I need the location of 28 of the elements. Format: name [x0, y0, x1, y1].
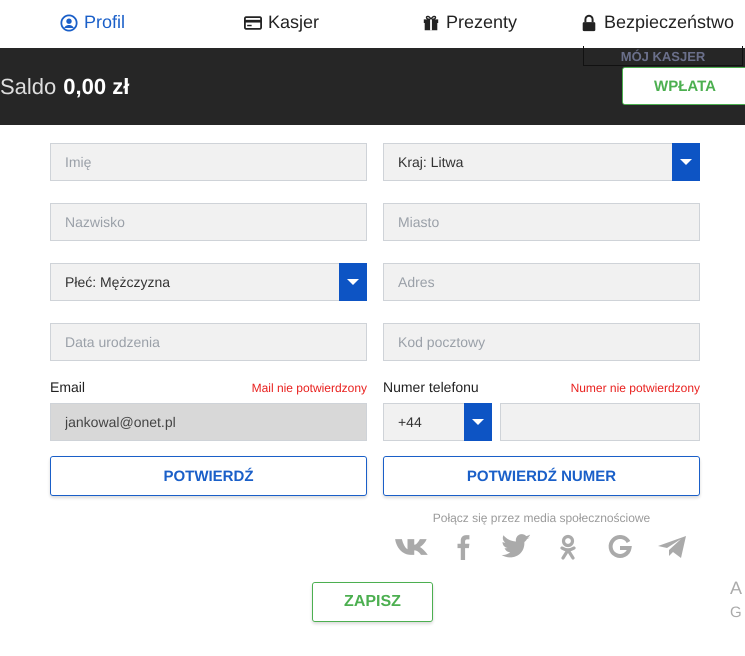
- field-label: Numer telefonu: [383, 379, 479, 395]
- input-field[interactable]: Data urodzenia: [50, 323, 367, 361]
- balance-label: Saldo: [0, 74, 56, 100]
- tab[interactable]: Kasjer: [244, 12, 320, 33]
- input-field[interactable]: Miasto: [383, 203, 700, 241]
- confirm-number-button[interactable]: POTWIERDŹ NUMER: [383, 456, 700, 496]
- social-login-text: Połącz się przez media społecznościowe: [432, 511, 650, 525]
- select-field[interactable]: Kraj: Litwa: [383, 143, 700, 181]
- gift-icon: [422, 14, 440, 32]
- cut-off-text: A: [730, 578, 742, 599]
- status-text: Mail nie potwierdzony: [252, 381, 367, 395]
- cut-off-text: G: [730, 604, 742, 621]
- prefix-select[interactable]: +44: [383, 403, 492, 441]
- tab[interactable]: Profil: [60, 12, 126, 33]
- input-field[interactable]: Adres: [383, 263, 700, 301]
- input-field[interactable]: Imię: [50, 143, 367, 181]
- credit-card-icon: [244, 14, 262, 32]
- user-icon: [60, 14, 78, 32]
- balance-amount: 0,00 zł: [63, 74, 130, 100]
- input-field[interactable]: Kod pocztowy: [383, 323, 700, 361]
- field-label: Email: [50, 379, 86, 395]
- tab[interactable]: Prezenty: [422, 12, 518, 33]
- phone-field[interactable]: [500, 403, 700, 441]
- input-field[interactable]: Nazwisko: [50, 203, 367, 241]
- tab[interactable]: Bezpieczeństwo: [580, 12, 734, 33]
- lock-icon: [580, 14, 598, 32]
- select-field[interactable]: Płeć: Mężczyzna: [50, 263, 367, 301]
- status-text: Numer nie potwierdzony: [570, 381, 700, 395]
